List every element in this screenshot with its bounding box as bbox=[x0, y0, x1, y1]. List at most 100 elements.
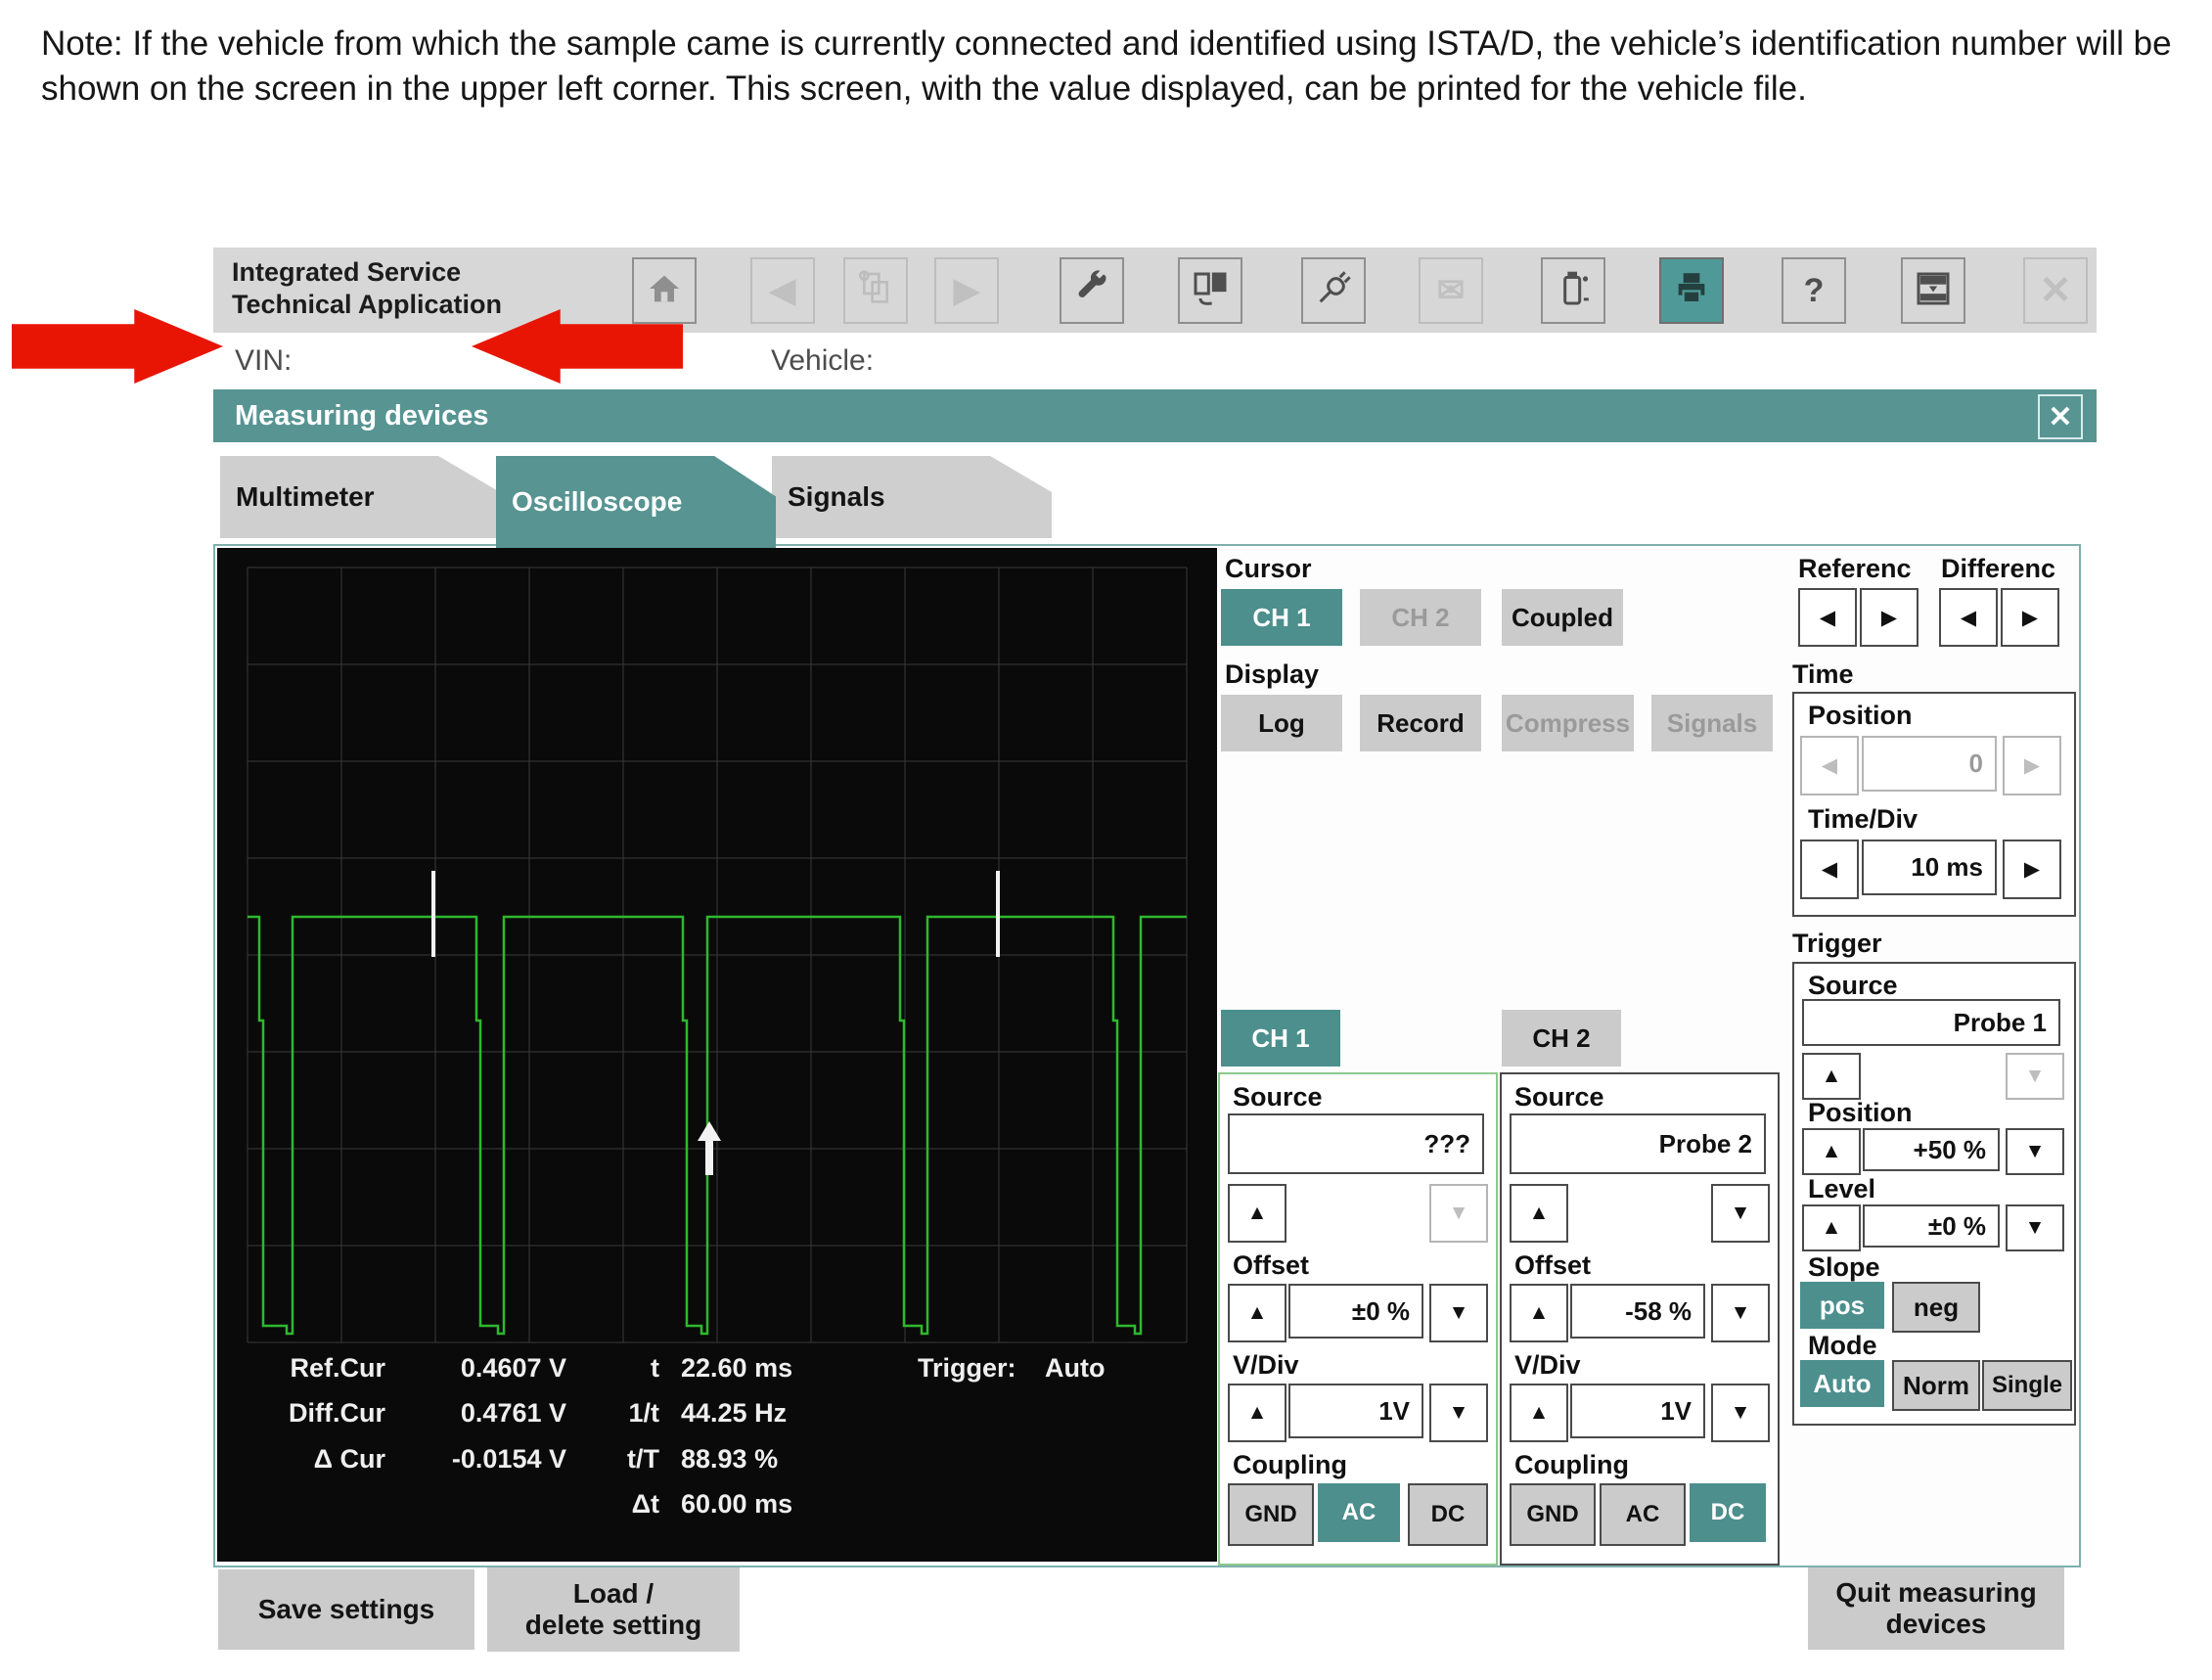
difference-right-button[interactable]: ▶ bbox=[2001, 588, 2059, 647]
ch2-offset-label: Offset bbox=[1514, 1250, 1591, 1281]
slope-pos-button[interactable]: pos bbox=[1800, 1282, 1884, 1329]
delta-t-value: 60.00 ms bbox=[681, 1489, 792, 1520]
ch1-coupling-dc-button[interactable]: DC bbox=[1408, 1483, 1488, 1546]
mail-icon: ✉ bbox=[1437, 271, 1466, 310]
timediv-right-button[interactable]: ▶ bbox=[2003, 840, 2061, 899]
trigger-level-down-button[interactable]: ▼ bbox=[2006, 1204, 2064, 1251]
ch2-source-down-button[interactable]: ▼ bbox=[1711, 1184, 1770, 1243]
ch2-vdiv-up-button[interactable]: ▲ bbox=[1510, 1384, 1568, 1442]
back-button[interactable]: ◀ bbox=[750, 257, 815, 324]
ch1-source-value: ??? bbox=[1228, 1113, 1484, 1174]
ch2-vdiv-label: V/Div bbox=[1514, 1350, 1581, 1381]
time-position-value: 0 bbox=[1862, 736, 1997, 792]
t-over-T-value: 88.93 % bbox=[681, 1444, 778, 1475]
help-button[interactable]: ? bbox=[1782, 257, 1846, 324]
app-title-line2: Technical Application bbox=[232, 289, 502, 321]
window-title: Measuring devices bbox=[235, 400, 489, 432]
trigger-status-value: Auto bbox=[1045, 1353, 1105, 1384]
t-value: 22.60 ms bbox=[681, 1353, 792, 1384]
ch2-offset-up-button[interactable]: ▲ bbox=[1510, 1284, 1568, 1342]
trigger-position-up-button[interactable]: ▲ bbox=[1802, 1128, 1861, 1175]
ch2-source-up-button[interactable]: ▲ bbox=[1510, 1184, 1568, 1243]
trigger-position-value: +50 % bbox=[1863, 1128, 2000, 1171]
battery-button[interactable] bbox=[1541, 257, 1605, 324]
ch2-vdiv-down-button[interactable]: ▼ bbox=[1711, 1384, 1770, 1442]
timediv-left-button[interactable]: ◀ bbox=[1800, 840, 1859, 899]
ch1-coupling-gnd-button[interactable]: GND bbox=[1228, 1483, 1314, 1546]
vin-label: VIN: bbox=[235, 344, 292, 378]
ch2-source-value: Probe 2 bbox=[1510, 1113, 1766, 1174]
delta-t-label: Δt bbox=[591, 1489, 659, 1520]
difference-left-button[interactable]: ◀ bbox=[1939, 588, 1998, 647]
cursor-coupled-button[interactable]: Coupled bbox=[1502, 589, 1623, 646]
display-log-button[interactable]: Log bbox=[1221, 695, 1342, 751]
trigger-level-value: ±0 % bbox=[1863, 1204, 2000, 1248]
ch1-vdiv-down-button[interactable]: ▼ bbox=[1429, 1384, 1488, 1442]
ch2-coupling-label: Coupling bbox=[1514, 1450, 1629, 1480]
mode-single-button[interactable]: Single bbox=[1982, 1360, 2072, 1411]
app-title: Integrated Service Technical Application bbox=[232, 256, 502, 321]
service-functions-button[interactable] bbox=[1060, 257, 1124, 324]
display-record-button[interactable]: Record bbox=[1360, 695, 1481, 751]
tab-multimeter[interactable]: Multimeter bbox=[220, 456, 500, 538]
ch1-tab[interactable]: CH 1 bbox=[1221, 1010, 1340, 1067]
ch1-source-up-button[interactable]: ▲ bbox=[1228, 1184, 1287, 1243]
delta-cursor-label: Δ Cur bbox=[233, 1444, 385, 1475]
print-button[interactable] bbox=[1659, 257, 1724, 324]
home-button[interactable] bbox=[632, 257, 697, 324]
trigger-source-down-button[interactable]: ▼ bbox=[2006, 1053, 2064, 1100]
connector-icon bbox=[1314, 269, 1353, 313]
ch1-coupling-ac-button[interactable]: AC bbox=[1318, 1483, 1400, 1542]
difference-label: Differenc bbox=[1941, 554, 2055, 584]
workshop-terminal-button[interactable] bbox=[1178, 257, 1242, 324]
reference-right-button[interactable]: ▶ bbox=[1860, 588, 1919, 647]
readout-row: Diff.Cur 0.4761 V 1/t 44.25 Hz bbox=[217, 1398, 1217, 1433]
ch2-offset-down-button[interactable]: ▼ bbox=[1711, 1284, 1770, 1342]
time-position-left-button[interactable]: ◀ bbox=[1800, 736, 1859, 795]
slope-neg-button[interactable]: neg bbox=[1892, 1282, 1980, 1333]
forward-button[interactable]: ▶ bbox=[934, 257, 999, 324]
mode-auto-button[interactable]: Auto bbox=[1800, 1360, 1884, 1407]
cursor-ch1-button[interactable]: CH 1 bbox=[1221, 589, 1342, 646]
readout-row: Ref.Cur 0.4607 V t 22.60 ms Trigger: Aut… bbox=[217, 1353, 1217, 1388]
ch1-offset-down-button[interactable]: ▼ bbox=[1429, 1284, 1488, 1342]
trigger-level-up-button[interactable]: ▲ bbox=[1802, 1204, 1861, 1251]
difference-cursor[interactable] bbox=[996, 871, 1000, 957]
ch2-vdiv-value: 1V bbox=[1570, 1384, 1705, 1438]
trigger-source-value: Probe 1 bbox=[1802, 999, 2060, 1046]
delta-cursor-value: -0.0154 V bbox=[405, 1444, 566, 1475]
ch1-source-down-button[interactable]: ▼ bbox=[1429, 1184, 1488, 1243]
connector-button[interactable] bbox=[1301, 257, 1366, 324]
ch2-coupling-ac-button[interactable]: AC bbox=[1600, 1483, 1686, 1546]
quit-measuring-devices-button[interactable]: Quit measuring devices bbox=[1808, 1567, 2064, 1650]
ch2-tab[interactable]: CH 2 bbox=[1502, 1010, 1621, 1067]
trigger-position-down-button[interactable]: ▼ bbox=[2006, 1128, 2064, 1175]
ch2-source-label: Source bbox=[1514, 1082, 1604, 1112]
readout-row: Δ Cur -0.0154 V t/T 88.93 % bbox=[217, 1444, 1217, 1479]
mode-norm-button[interactable]: Norm bbox=[1892, 1360, 1980, 1411]
home-icon bbox=[645, 269, 684, 313]
load-delete-setting-button[interactable]: Load / delete setting bbox=[487, 1567, 740, 1652]
ch1-offset-up-button[interactable]: ▲ bbox=[1228, 1284, 1287, 1342]
display-signals-button[interactable]: Signals bbox=[1651, 695, 1773, 751]
ch2-coupling-dc-button[interactable]: DC bbox=[1690, 1483, 1766, 1542]
screen-change-button[interactable] bbox=[1901, 257, 1965, 324]
cursor-ch2-button[interactable]: CH 2 bbox=[1360, 589, 1481, 646]
save-settings-button[interactable]: Save settings bbox=[218, 1569, 474, 1650]
reference-left-button[interactable]: ◀ bbox=[1798, 588, 1857, 647]
close-measuring-devices-icon[interactable]: ✕ bbox=[2038, 394, 2083, 439]
reference-cursor[interactable] bbox=[431, 871, 435, 957]
ch1-vdiv-up-button[interactable]: ▲ bbox=[1228, 1384, 1287, 1442]
operations-list-button[interactable] bbox=[843, 257, 908, 324]
tab-signals[interactable]: Signals bbox=[772, 456, 1052, 538]
trigger-source-up-button[interactable]: ▲ bbox=[1802, 1053, 1861, 1100]
tab-oscilloscope[interactable]: Oscilloscope bbox=[496, 456, 776, 548]
close-app-button[interactable]: ✕ bbox=[2023, 257, 2088, 324]
diff-cursor-label: Diff.Cur bbox=[233, 1398, 385, 1429]
ch2-coupling-gnd-button[interactable]: GND bbox=[1510, 1483, 1596, 1546]
trigger-mode-label: Mode bbox=[1808, 1331, 1877, 1361]
mail-button[interactable]: ✉ bbox=[1419, 257, 1483, 324]
display-compress-button[interactable]: Compress bbox=[1502, 695, 1634, 751]
forward-icon: ▶ bbox=[954, 271, 979, 310]
time-position-right-button[interactable]: ▶ bbox=[2003, 736, 2061, 795]
